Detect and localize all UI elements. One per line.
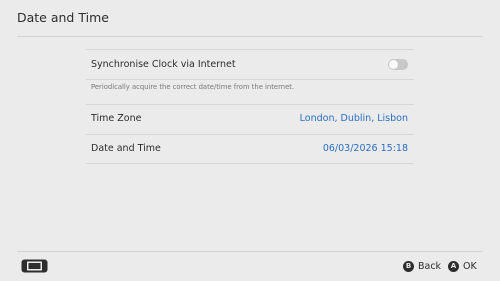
toggle-knob	[389, 60, 398, 69]
date-time-label: Date and Time	[91, 143, 161, 154]
row-divider	[86, 79, 414, 80]
back-button[interactable]: B Back	[403, 259, 441, 273]
date-time-row[interactable]: Date and Time 06/03/2026 15:18	[86, 135, 414, 163]
row-divider	[86, 163, 414, 164]
header-divider	[17, 36, 483, 37]
time-zone-row[interactable]: Time Zone London, Dublin, Lisbon	[86, 105, 414, 133]
sync-clock-row[interactable]: Synchronise Clock via Internet	[86, 50, 414, 79]
time-zone-label: Time Zone	[91, 113, 142, 124]
page-title: Date and Time	[17, 10, 109, 25]
ok-label: OK	[463, 260, 477, 272]
b-button-icon: B	[403, 260, 414, 272]
handheld-console-icon	[21, 258, 48, 273]
sync-clock-toggle[interactable]	[388, 59, 408, 70]
sync-clock-label: Synchronise Clock via Internet	[91, 59, 236, 70]
footer-divider	[17, 251, 483, 252]
a-button-icon: A	[448, 260, 459, 272]
back-label: Back	[418, 260, 442, 272]
date-time-value: 06/03/2026 15:18	[322, 143, 408, 154]
sync-clock-description: Periodically acquire the correct date/ti…	[91, 83, 295, 91]
header: Date and Time	[0, 0, 500, 36]
ok-button[interactable]: A OK	[448, 259, 477, 273]
time-zone-value: London, Dublin, Lisbon	[299, 113, 408, 124]
